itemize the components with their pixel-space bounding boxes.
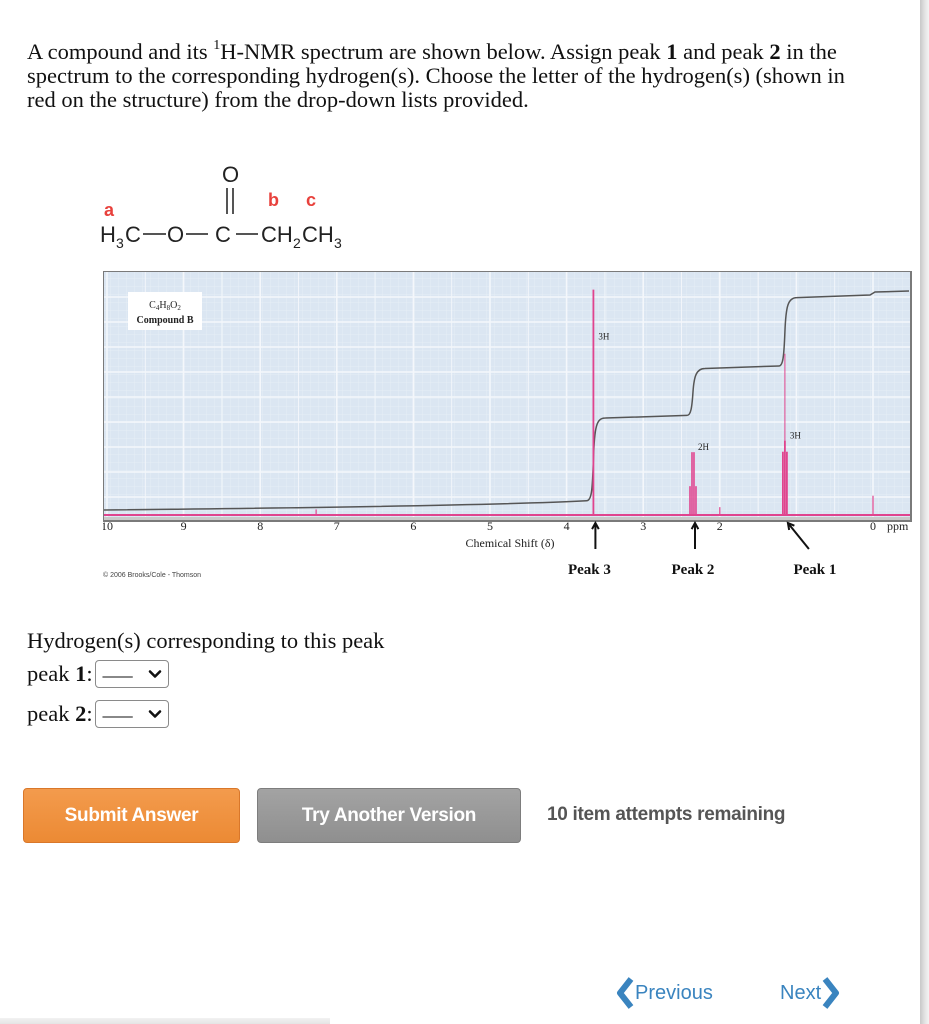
peak-2-row: peak 2: ___ — [27, 698, 169, 728]
chevron-right-icon — [822, 977, 840, 1009]
x-tick-label: 0 — [870, 519, 876, 533]
peak-marker-label: Peak 2 — [672, 562, 715, 578]
submit-answer-button[interactable]: Submit Answer — [23, 788, 240, 843]
integration-label: 3H — [598, 332, 610, 342]
methylene-ch: CH — [261, 222, 293, 247]
peak-number: 2 — [769, 39, 781, 64]
copyright: © 2006 Brooks/Cole - Thomson — [103, 571, 201, 579]
label-a: a — [104, 200, 115, 220]
methyl-subscript: 3 — [116, 235, 124, 251]
peak-arrow — [787, 522, 810, 550]
x-tick-label: 4 — [564, 519, 570, 533]
next-button[interactable]: Next — [780, 977, 841, 1009]
x-unit-label: ppm — [887, 519, 909, 533]
methyl-ch: CH — [302, 222, 334, 247]
question-part: H-NMR spectrum are shown below. Assign p… — [220, 39, 667, 64]
label-c: c — [306, 190, 316, 210]
nmr-spectrum: C4H8O2 Compound B 3H 2H 3H 10 9 8 7 6 5 4 3 2 0 ppm… — [103, 271, 913, 581]
peak-2-label: peak 2: — [27, 701, 93, 726]
peak-1-row: peak 1: ___ — [27, 658, 169, 688]
peak-1-selected-value: ___ — [102, 658, 133, 680]
plot-area — [103, 271, 912, 522]
formula-label: C4H8O2 — [149, 300, 181, 312]
label-b: b — [268, 190, 279, 210]
scrollbar-edge — [920, 0, 929, 1024]
chemical-structure: O H 3 C O C CH 2 CH 3 a b c — [98, 160, 438, 260]
baseline — [104, 514, 910, 520]
methylene-subscript: 2 — [293, 235, 301, 251]
peak-number: 1 — [666, 39, 678, 64]
methyl-c: C — [125, 222, 141, 247]
ether-oxygen: O — [167, 222, 184, 247]
structure-drawing: O H 3 C O C CH 2 CH 3 a b c — [100, 162, 342, 251]
carbonyl-oxygen: O — [222, 162, 239, 187]
x-tick-label: 6 — [410, 519, 416, 533]
isotope-superscript: 1 — [213, 37, 221, 53]
chevron-left-icon — [617, 977, 634, 1009]
chevron-down-icon — [148, 710, 161, 718]
form-prompt: Hydrogen(s) corresponding to this peak — [27, 628, 385, 653]
x-tick-label: 7 — [334, 519, 340, 533]
question-part: A compound and its — [27, 39, 214, 64]
x-tick-label: 3 — [640, 519, 646, 533]
next-label: Next — [780, 981, 822, 1004]
plot-bottom-band — [104, 517, 910, 520]
x-axis-label: Chemical Shift (δ) — [466, 536, 555, 550]
previous-label: Previous — [635, 981, 713, 1004]
question-text: A compound and its 1H-NMR spectrum are s… — [27, 37, 857, 112]
peak-marker-group: Peak 3 Peak 2 Peak 1 — [568, 520, 836, 578]
peak-marker-label: Peak 3 — [568, 562, 611, 578]
carbonyl-carbon: C — [215, 222, 231, 247]
methyl-h: H — [100, 222, 116, 247]
peak-1-select[interactable]: ___ — [94, 658, 169, 688]
previous-button[interactable]: Previous — [615, 977, 713, 1009]
peak-2-select[interactable]: ___ — [94, 698, 169, 728]
x-tick-label: 8 — [257, 519, 263, 533]
attempts-remaining: 10 item attempts remaining — [547, 804, 786, 825]
nmr-chart: C4H8O2 Compound B 3H 2H 3H 10 9 8 7 6 5 4 3 2 0 ppm… — [103, 271, 912, 579]
x-tick-label: 10 — [103, 519, 113, 533]
integration-label: 3H — [790, 431, 802, 441]
x-tick-label: 2 — [717, 519, 723, 533]
methyl-subscript: 3 — [334, 235, 342, 251]
x-tick-label: 5 — [487, 519, 493, 533]
bottom-shadow — [0, 1018, 330, 1024]
peak-1-label: peak 1: — [27, 661, 93, 686]
x-tick-label: 9 — [181, 519, 187, 533]
chevron-down-icon — [148, 670, 161, 678]
peak-marker-label: Peak 1 — [793, 562, 836, 578]
question-part: and peak — [677, 39, 770, 64]
compound-name: Compound B — [137, 315, 194, 326]
peak-2-selected-value: ___ — [102, 698, 133, 720]
integration-label: 2H — [698, 442, 710, 452]
try-another-version-button[interactable]: Try Another Version — [257, 788, 521, 843]
